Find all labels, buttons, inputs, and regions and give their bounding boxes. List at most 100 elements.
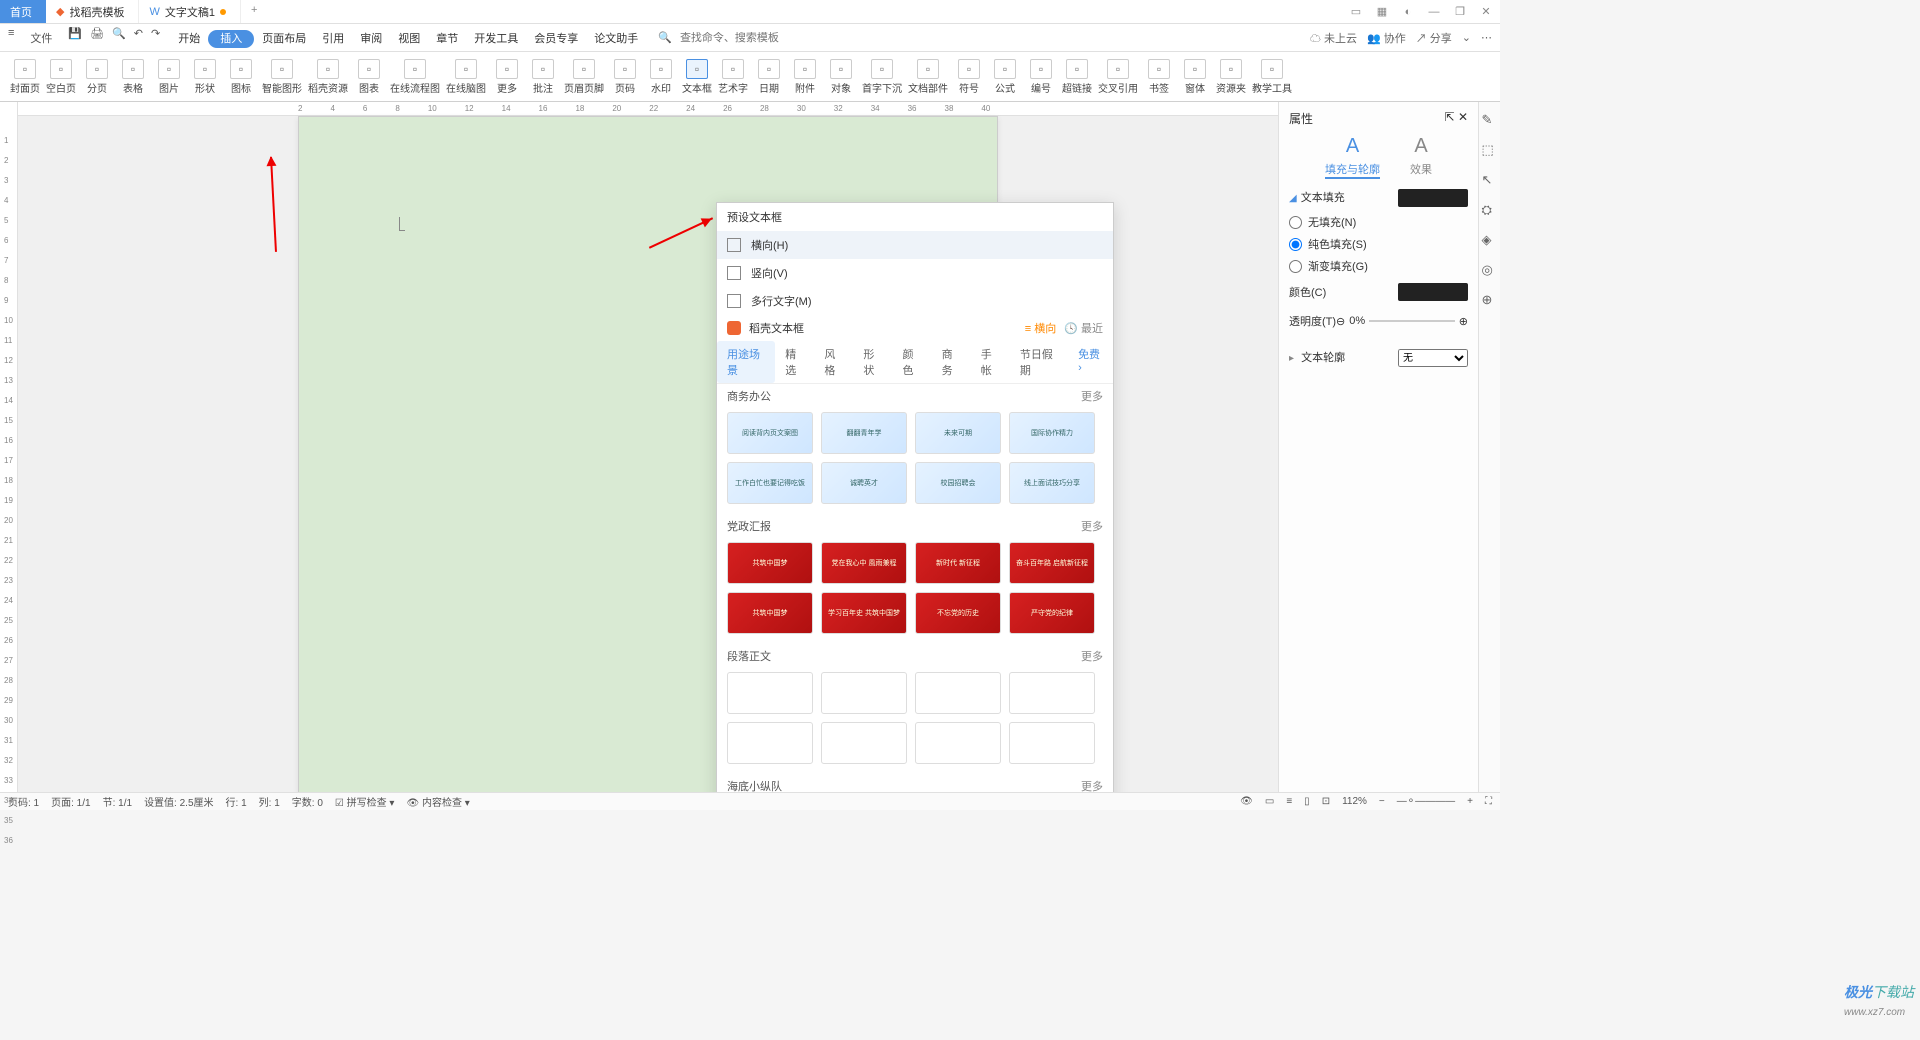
- ribbon-文本框[interactable]: ▫文本框: [682, 59, 712, 95]
- filter-more[interactable]: 免费 ›: [1068, 341, 1113, 383]
- menu-视图[interactable]: 视图: [390, 30, 428, 48]
- template-thumb[interactable]: [727, 672, 813, 714]
- template-thumb[interactable]: 严守党的纪律: [1009, 592, 1095, 634]
- template-thumb[interactable]: 共筑中国梦: [727, 542, 813, 584]
- ribbon-附件[interactable]: ▫附件: [790, 59, 820, 95]
- tab-home[interactable]: 首页: [0, 0, 46, 23]
- menu-引用[interactable]: 引用: [314, 30, 352, 48]
- template-thumb[interactable]: [915, 722, 1001, 764]
- ribbon-符号[interactable]: ▫符号: [954, 59, 984, 95]
- ribbon-水印[interactable]: ▫水印: [646, 59, 676, 95]
- ribbon-封面页[interactable]: ▫封面页: [10, 59, 40, 95]
- tab-document[interactable]: W文字文稿1: [139, 0, 241, 23]
- zoom-slider[interactable]: —⚬————: [1397, 796, 1455, 807]
- ribbon-艺术字[interactable]: ▫艺术字: [718, 59, 748, 95]
- template-thumb[interactable]: 校园招聘会: [915, 462, 1001, 504]
- view-mode-icon[interactable]: ▭: [1265, 796, 1274, 807]
- menu-开发工具[interactable]: 开发工具: [466, 30, 526, 48]
- target-icon[interactable]: ◎: [1482, 262, 1498, 278]
- template-thumb[interactable]: 党在我心中 風雨兼程: [821, 542, 907, 584]
- spellcheck-toggle[interactable]: ☑ 拼写检查 ▾: [335, 794, 395, 809]
- filter-精选[interactable]: 精选: [775, 341, 814, 383]
- preset-textbox-header[interactable]: 预设文本框: [717, 203, 1113, 231]
- zoom-level[interactable]: 112%: [1342, 796, 1367, 807]
- textbox-option[interactable]: 横向(H): [717, 231, 1113, 259]
- template-thumb[interactable]: 翻翻青年学: [821, 412, 907, 454]
- template-thumb[interactable]: [1009, 722, 1095, 764]
- template-thumb[interactable]: 新时代 新征程: [915, 542, 1001, 584]
- ribbon-图片[interactable]: ▫图片: [154, 59, 184, 95]
- recent-link[interactable]: 🕓 最近: [1064, 320, 1103, 336]
- ribbon-公式[interactable]: ▫公式: [990, 59, 1020, 95]
- ribbon-页眉页脚[interactable]: ▫页眉页脚: [564, 59, 604, 95]
- menu-论文助手[interactable]: 论文助手: [586, 30, 646, 48]
- template-thumb[interactable]: [821, 672, 907, 714]
- template-thumb[interactable]: 诚聘英才: [821, 462, 907, 504]
- menu-章节[interactable]: 章节: [428, 30, 466, 48]
- menu-页面布局[interactable]: 页面布局: [254, 30, 314, 48]
- ribbon-在线流程图[interactable]: ▫在线流程图: [390, 59, 440, 95]
- layout-icon[interactable]: ▭: [1348, 4, 1364, 20]
- template-thumb[interactable]: [1009, 672, 1095, 714]
- maximize-icon[interactable]: ❐: [1452, 4, 1468, 20]
- chevron-down-icon[interactable]: ⌄: [1462, 31, 1471, 44]
- pencil-icon[interactable]: ✎: [1482, 112, 1498, 128]
- panel-close-icon[interactable]: ✕: [1458, 110, 1468, 124]
- template-thumb[interactable]: 国际协作精力: [1009, 412, 1095, 454]
- cursor-icon[interactable]: ↖: [1482, 172, 1498, 188]
- orientation-link[interactable]: ≡ 横向: [1025, 320, 1056, 336]
- ribbon-批注[interactable]: ▫批注: [528, 59, 558, 95]
- close-icon[interactable]: ✕: [1478, 4, 1494, 20]
- grid-icon[interactable]: ▦: [1374, 4, 1390, 20]
- ribbon-更多[interactable]: ▫更多: [492, 59, 522, 95]
- collab-button[interactable]: 👥 协作: [1367, 30, 1406, 46]
- contentcheck-toggle[interactable]: 👁 内容检查 ▾: [406, 794, 469, 809]
- ribbon-表格[interactable]: ▫表格: [118, 59, 148, 95]
- share-button[interactable]: ↗ 分享: [1416, 30, 1452, 46]
- zoom-in-icon[interactable]: +: [1467, 796, 1473, 807]
- fill-option[interactable]: 无填充(N): [1289, 211, 1468, 233]
- fullscreen-icon[interactable]: ⛶: [1485, 796, 1492, 807]
- filter-颜色[interactable]: 颜色: [893, 341, 932, 383]
- ribbon-智能图形[interactable]: ▫智能图形: [262, 59, 302, 95]
- ribbon-书签[interactable]: ▫书签: [1144, 59, 1174, 95]
- outline-header[interactable]: 文本轮廓: [1301, 352, 1345, 364]
- filter-节日假期[interactable]: 节日假期: [1010, 341, 1068, 383]
- ribbon-资源夹[interactable]: ▫资源夹: [1216, 59, 1246, 95]
- settings-icon[interactable]: ⛭: [1482, 202, 1498, 218]
- ribbon-空白页[interactable]: ▫空白页: [46, 59, 76, 95]
- redo-icon[interactable]: ↷: [151, 27, 160, 49]
- ribbon-文档部件[interactable]: ▫文档部件: [908, 59, 948, 95]
- preview-icon[interactable]: 🔍: [112, 27, 126, 49]
- ribbon-稻壳资源[interactable]: ▫稻壳资源: [308, 59, 348, 95]
- textbox-option[interactable]: 多行文字(M): [717, 287, 1113, 315]
- filter-风格[interactable]: 风格: [814, 341, 853, 383]
- template-thumb[interactable]: 工作白忙也要记得吃饭: [727, 462, 813, 504]
- template-thumb[interactable]: 学习百年史 共筑中国梦: [821, 592, 907, 634]
- zoom-out-icon[interactable]: −: [1379, 796, 1385, 807]
- section-more[interactable]: 更多: [1081, 388, 1103, 404]
- filter-手帐[interactable]: 手帐: [971, 341, 1010, 383]
- command-search[interactable]: [680, 32, 820, 44]
- color-swatch[interactable]: [1398, 283, 1468, 301]
- ribbon-交叉引用[interactable]: ▫交叉引用: [1098, 59, 1138, 95]
- ribbon-形状[interactable]: ▫形状: [190, 59, 220, 95]
- menu-file[interactable]: 文件: [22, 27, 60, 49]
- template-thumb[interactable]: 线上面试技巧分享: [1009, 462, 1095, 504]
- layers-icon[interactable]: ◈: [1482, 232, 1498, 248]
- tab-add[interactable]: +: [241, 0, 267, 23]
- fill-header[interactable]: 文本填充: [1301, 192, 1345, 204]
- minimize-icon[interactable]: —: [1426, 4, 1442, 20]
- template-thumb[interactable]: 共筑中国梦: [727, 592, 813, 634]
- save-icon[interactable]: 💾: [68, 27, 82, 49]
- fill-color-preview[interactable]: [1398, 189, 1468, 207]
- focus-icon[interactable]: ⊡: [1322, 796, 1330, 807]
- hamburger-icon[interactable]: ≡: [8, 27, 14, 49]
- more-icon[interactable]: ⋯: [1481, 31, 1492, 44]
- cloud-status[interactable]: ☁ 未上云: [1310, 30, 1357, 46]
- ribbon-超链接[interactable]: ▫超链接: [1062, 59, 1092, 95]
- ribbon-在线脑图[interactable]: ▫在线脑图: [446, 59, 486, 95]
- template-thumb[interactable]: 奋斗百年路 启航新征程: [1009, 542, 1095, 584]
- template-thumb[interactable]: 未来可期: [915, 412, 1001, 454]
- ribbon-图表[interactable]: ▫图表: [354, 59, 384, 95]
